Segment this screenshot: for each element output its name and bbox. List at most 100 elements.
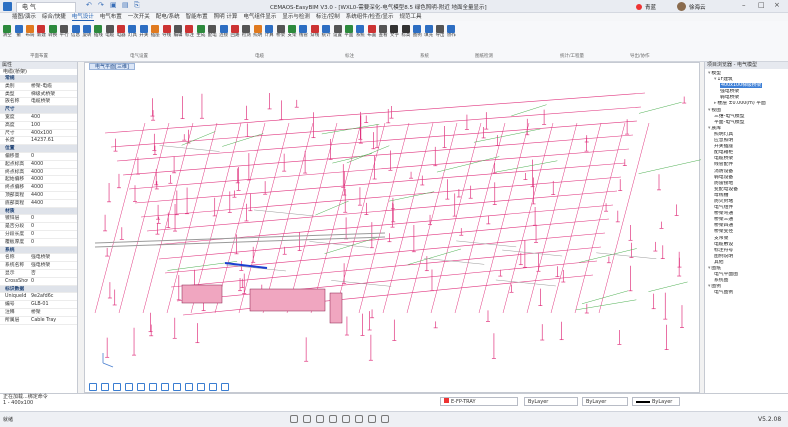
ribbon-button[interactable]: 统计 [321, 23, 331, 51]
property-value[interactable]: 0 [28, 231, 77, 238]
view-cube-icon[interactable] [89, 383, 97, 391]
menu-item[interactable]: 综合/快捷 [42, 13, 66, 21]
property-value[interactable]: GLB-01 [28, 301, 77, 308]
model-viewport[interactable]: 电气平面[三维] [84, 62, 701, 393]
menu-item[interactable]: 一次开关 [128, 13, 150, 21]
close-icon[interactable]: × [774, 1, 780, 9]
ribbon-button[interactable]: 桥架 [275, 23, 285, 51]
property-value[interactable]: 400 [28, 114, 77, 121]
menu-item[interactable]: 照明 计算 [214, 13, 238, 21]
menu-item[interactable]: 电气设计 [71, 13, 94, 21]
lineweight-toggle-icon[interactable] [368, 415, 376, 423]
zoom-icon[interactable] [125, 383, 133, 391]
settings-icon[interactable] [221, 383, 229, 391]
notification-icon[interactable] [636, 3, 642, 10]
ribbon-button[interactable]: 平行 [59, 23, 69, 51]
property-value[interactable]: 0 [28, 153, 77, 160]
property-value[interactable]: 400x100 [28, 130, 77, 137]
ribbon-button[interactable]: 照明 [253, 23, 263, 51]
tree-item[interactable]: 电气图例 [705, 290, 788, 296]
user-area[interactable]: 青蓝 徐海云 [636, 2, 706, 11]
render-mode-icon[interactable] [173, 383, 181, 391]
property-value[interactable]: 0 [28, 215, 77, 222]
property-value[interactable]: 14237.61 [28, 137, 77, 144]
property-section[interactable]: 材质 [0, 207, 77, 216]
ribbon-button[interactable]: 开关 [139, 23, 149, 51]
ribbon-button[interactable]: 生成 [196, 23, 206, 51]
property-value[interactable]: 100 [28, 122, 77, 129]
ribbon-button[interactable]: 计算 [264, 23, 274, 51]
ribbon-button[interactable]: 支架 [287, 23, 297, 51]
osnap-icon[interactable] [342, 415, 350, 423]
ribbon-button[interactable]: 查看 [378, 23, 388, 51]
property-section[interactable]: 尺寸 [0, 106, 77, 114]
property-section[interactable]: 位置 [0, 145, 77, 153]
pan-icon[interactable] [113, 383, 121, 391]
menu-item[interactable]: 插图/演示 [12, 13, 36, 21]
orbit-icon[interactable] [101, 383, 109, 391]
grid-icon[interactable] [290, 415, 298, 423]
menu-item[interactable]: 规范工具 [400, 13, 422, 21]
ribbon-button[interactable]: 清空 [2, 23, 12, 51]
ribbon-button[interactable]: 检测 [241, 23, 251, 51]
maximize-icon[interactable]: □ [758, 1, 765, 9]
ribbon-button[interactable]: 布置 [367, 23, 377, 51]
menu-item[interactable]: 配电/系统 [156, 13, 180, 21]
layer-select[interactable]: E-FP-TRAY [440, 397, 518, 406]
ribbon-button[interactable]: 布局 [25, 23, 35, 51]
ribbon-button[interactable]: 设置 [332, 23, 342, 51]
ribbon-button[interactable]: 连接 [218, 23, 228, 51]
property-value[interactable]: 0 [28, 239, 77, 246]
visibility-icon[interactable] [161, 383, 169, 391]
property-value[interactable]: 0 [28, 278, 77, 285]
snapshot-icon[interactable] [209, 383, 217, 391]
ribbon-button[interactable]: 旋转 [82, 23, 92, 51]
avatar[interactable] [677, 2, 687, 11]
menu-item[interactable]: 系统组件/检查/显示 [346, 13, 394, 21]
section-box-icon[interactable] [149, 383, 157, 391]
property-value[interactable]: 4000 [28, 161, 77, 168]
ribbon-button[interactable]: 信息 [70, 23, 80, 51]
zoom-extents-icon[interactable] [137, 383, 145, 391]
property-value[interactable]: 否 [28, 270, 77, 277]
property-value[interactable]: 4000 [28, 169, 77, 176]
ribbon-button[interactable]: 图例 [412, 23, 422, 51]
menu-item[interactable]: 智能布置 [186, 13, 208, 21]
ribbon-button[interactable]: 配电 [207, 23, 217, 51]
measure-icon[interactable] [197, 383, 205, 391]
ribbon-button[interactable]: 电器 [116, 23, 126, 51]
property-value[interactable]: Cable Tray [28, 317, 77, 324]
undo-icon[interactable]: ↶ [86, 2, 93, 9]
property-section[interactable]: 常规 [0, 75, 77, 83]
save-icon[interactable]: ▣ [110, 2, 117, 9]
property-value[interactable]: 4000 [28, 176, 77, 183]
property-value[interactable]: 电缆桥架 [28, 98, 77, 105]
lineweight-select[interactable]: ByLayer [632, 397, 680, 406]
minimize-icon[interactable]: – [742, 1, 746, 9]
ortho-icon[interactable] [316, 415, 324, 423]
ribbon-button[interactable]: 灯具 [127, 23, 137, 51]
ribbon-button[interactable]: 导出 [435, 23, 445, 51]
ribbon-button[interactable]: 系统 [355, 23, 365, 51]
shadow-icon[interactable] [185, 383, 193, 391]
property-value[interactable]: 4400 [28, 192, 77, 199]
menu-item[interactable]: 电气布置 [100, 13, 122, 21]
ribbon-button[interactable]: 回路 [230, 23, 240, 51]
property-section[interactable]: 标识数据 [0, 285, 77, 294]
ribbon-button[interactable]: 穿线 [310, 23, 320, 51]
polar-icon[interactable] [329, 415, 337, 423]
ribbon-button[interactable]: 协作 [446, 23, 456, 51]
property-value[interactable]: 桥架 [28, 309, 77, 316]
ribbon-button[interactable]: 标高 [401, 23, 411, 51]
ribbon-button[interactable]: 插座 [150, 23, 160, 51]
property-value[interactable]: 9e2afd6c [28, 293, 77, 300]
ribbon-button[interactable]: 标注 [184, 23, 194, 51]
ribbon-button[interactable]: 转换 [48, 23, 58, 51]
color-select[interactable]: ByLayer [582, 397, 628, 406]
property-value[interactable]: 强电桥架 [28, 254, 77, 261]
ribbon-button[interactable]: 填充 [423, 23, 433, 51]
ribbon-button[interactable]: 电缆 [105, 23, 115, 51]
linetype-select[interactable]: ByLayer [524, 397, 578, 406]
property-value[interactable]: 0 [28, 223, 77, 230]
open-icon[interactable]: ▤ [122, 2, 129, 9]
